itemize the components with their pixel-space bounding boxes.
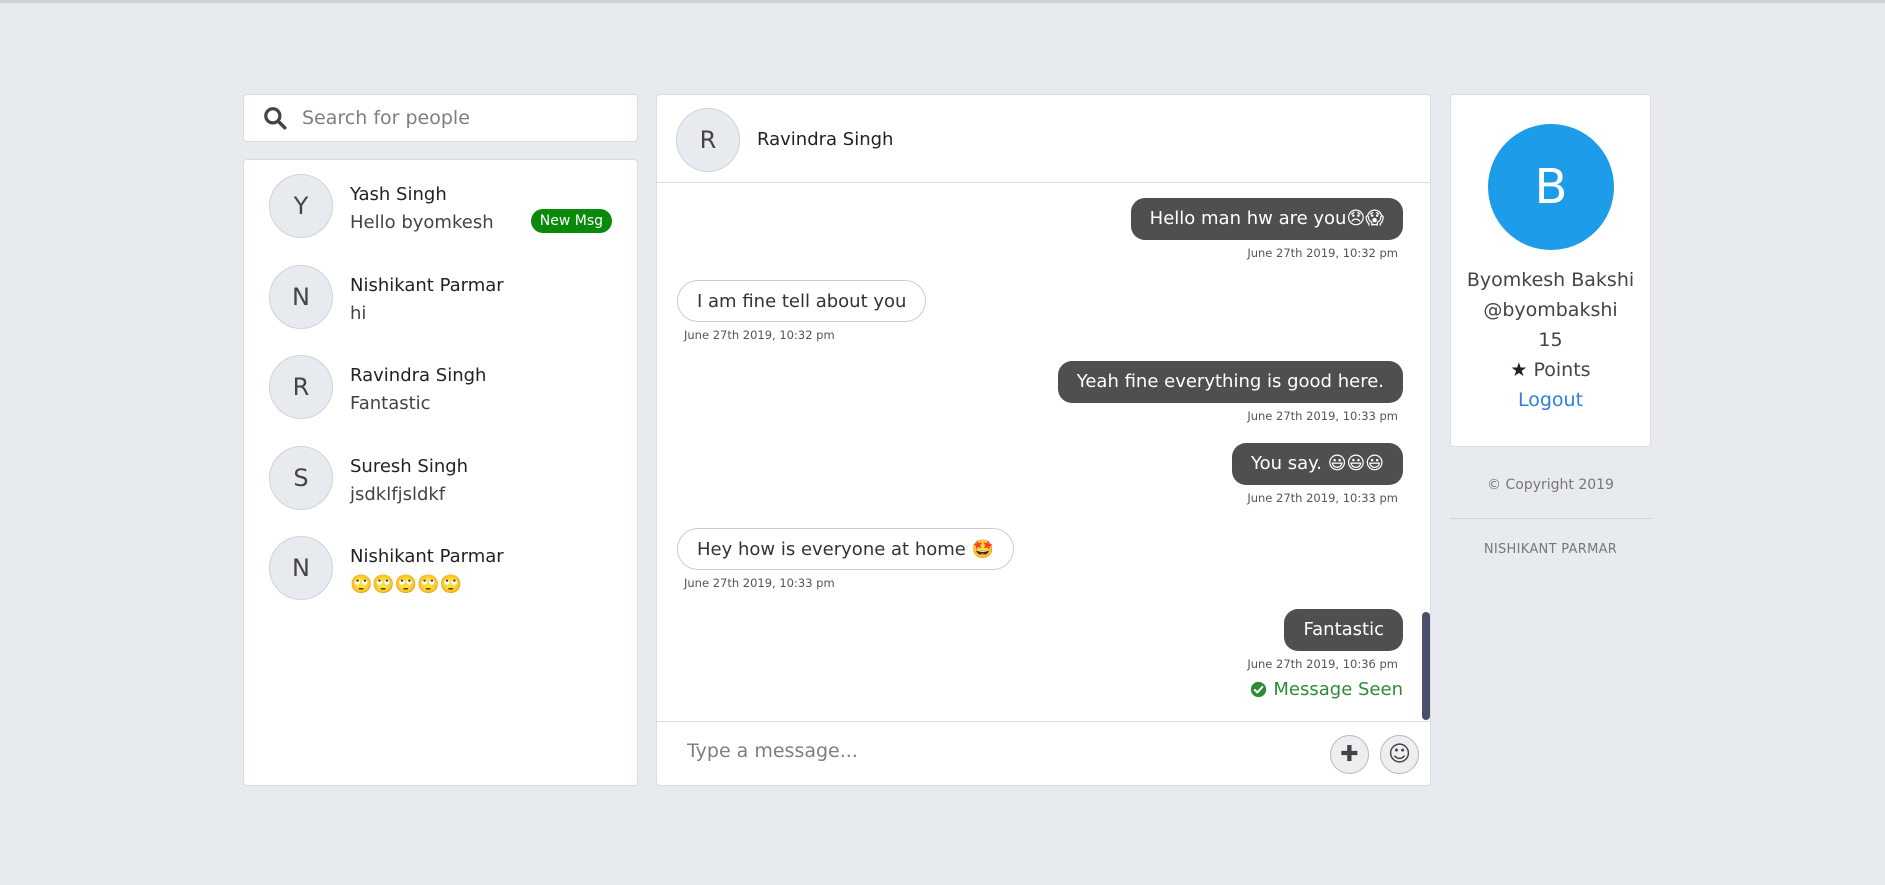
message-list[interactable]: Hello man hw are you😞😱 June 27th 2019, 1… — [657, 184, 1430, 721]
new-message-badge: New Msg — [530, 209, 612, 233]
message-input[interactable] — [687, 740, 1287, 762]
contact-name: Yash Singh — [350, 184, 447, 205]
search-icon — [264, 107, 287, 130]
top-border — [0, 0, 1885, 3]
contact-item[interactable]: Y Yash Singh Hello byomkesh New Msg — [244, 174, 637, 265]
contact-item[interactable]: N Nishikant Parmar 🙄🙄🙄🙄🙄 — [244, 536, 637, 627]
profile-card: B Byomkesh Bakshi @byombakshi 15 ★ Point… — [1450, 94, 1651, 447]
avatar: N — [269, 264, 333, 329]
profile-name: Byomkesh Bakshi — [1466, 269, 1635, 291]
incoming-message: I am fine tell about you — [677, 280, 927, 322]
message-composer: ✚ ☺ — [657, 721, 1430, 785]
seen-status: Message Seen — [1250, 679, 1403, 700]
message-timestamp: June 27th 2019, 10:33 pm — [684, 576, 835, 590]
outgoing-message: Yeah fine everything is good here. — [1057, 361, 1403, 403]
contact-name: Suresh Singh — [350, 455, 469, 477]
contact-name: Ravindra Singh — [350, 365, 487, 386]
chat-avatar: R — [676, 108, 740, 172]
emoji-button[interactable]: ☺ — [1380, 735, 1419, 774]
search-input[interactable] — [302, 107, 622, 129]
smiley-icon: ☺ — [1388, 742, 1411, 767]
outgoing-message: Fantastic — [1284, 609, 1403, 651]
seen-status-label: Message Seen — [1273, 679, 1403, 700]
message-timestamp: June 27th 2019, 10:36 pm — [1247, 657, 1398, 671]
attach-button[interactable]: ✚ — [1330, 735, 1369, 774]
contact-item[interactable]: R Ravindra Singh Fantastic — [244, 355, 637, 446]
avatar: S — [269, 445, 333, 510]
chat-header: R Ravindra Singh — [657, 95, 1430, 183]
avatar: Y — [269, 174, 333, 238]
profile-username: @byombakshi — [1483, 299, 1618, 321]
message-timestamp: June 27th 2019, 10:33 pm — [1247, 409, 1398, 423]
contact-item[interactable]: N Nishikant Parmar hi — [244, 264, 637, 356]
profile-points-value: 15 — [1538, 329, 1563, 351]
contact-list: Y Yash Singh Hello byomkesh New Msg N Ni… — [243, 159, 638, 786]
outgoing-message: Hello man hw are you😞😱 — [1130, 198, 1403, 240]
footer-author: NISHIKANT PARMAR — [1483, 542, 1618, 557]
profile-avatar: B — [1488, 124, 1614, 250]
copyright-text: © Copyright 2019 — [1487, 477, 1614, 493]
contact-last-message: hi — [350, 302, 367, 324]
contact-name: Nishikant Parmar — [350, 274, 504, 296]
message-timestamp: June 27th 2019, 10:32 pm — [1247, 246, 1398, 260]
points-label: Points — [1533, 359, 1591, 381]
contact-last-message: 🙄🙄🙄🙄🙄 — [350, 574, 463, 595]
avatar: R — [269, 355, 333, 419]
contact-last-message: Hello byomkesh — [350, 212, 494, 233]
contact-item[interactable]: S Suresh Singh jsdklfjsldkf — [244, 445, 637, 537]
star-icon: ★ — [1510, 359, 1528, 381]
contact-name: Nishikant Parmar — [350, 546, 504, 567]
logout-link[interactable]: Logout — [1451, 389, 1650, 411]
plus-icon: ✚ — [1340, 742, 1359, 767]
chat-panel: R Ravindra Singh Hello man hw are you😞😱 … — [656, 94, 1431, 786]
contact-last-message: jsdklfjsldkf — [350, 483, 446, 505]
contact-last-message: Fantastic — [350, 393, 431, 414]
scrollbar-thumb[interactable] — [1422, 612, 1430, 720]
chat-contact-name: Ravindra Singh — [757, 129, 894, 150]
message-timestamp: June 27th 2019, 10:32 pm — [684, 328, 835, 342]
footer-divider — [1450, 518, 1651, 519]
check-circle-icon — [1251, 681, 1267, 698]
avatar: N — [269, 536, 333, 600]
outgoing-message: You say. 😃😃😃 — [1232, 443, 1403, 485]
incoming-message: Hey how is everyone at home 🤩 — [677, 528, 1014, 570]
search-bar[interactable] — [243, 94, 638, 142]
message-timestamp: June 27th 2019, 10:33 pm — [1247, 491, 1398, 505]
profile-points: ★ Points — [1451, 359, 1650, 381]
